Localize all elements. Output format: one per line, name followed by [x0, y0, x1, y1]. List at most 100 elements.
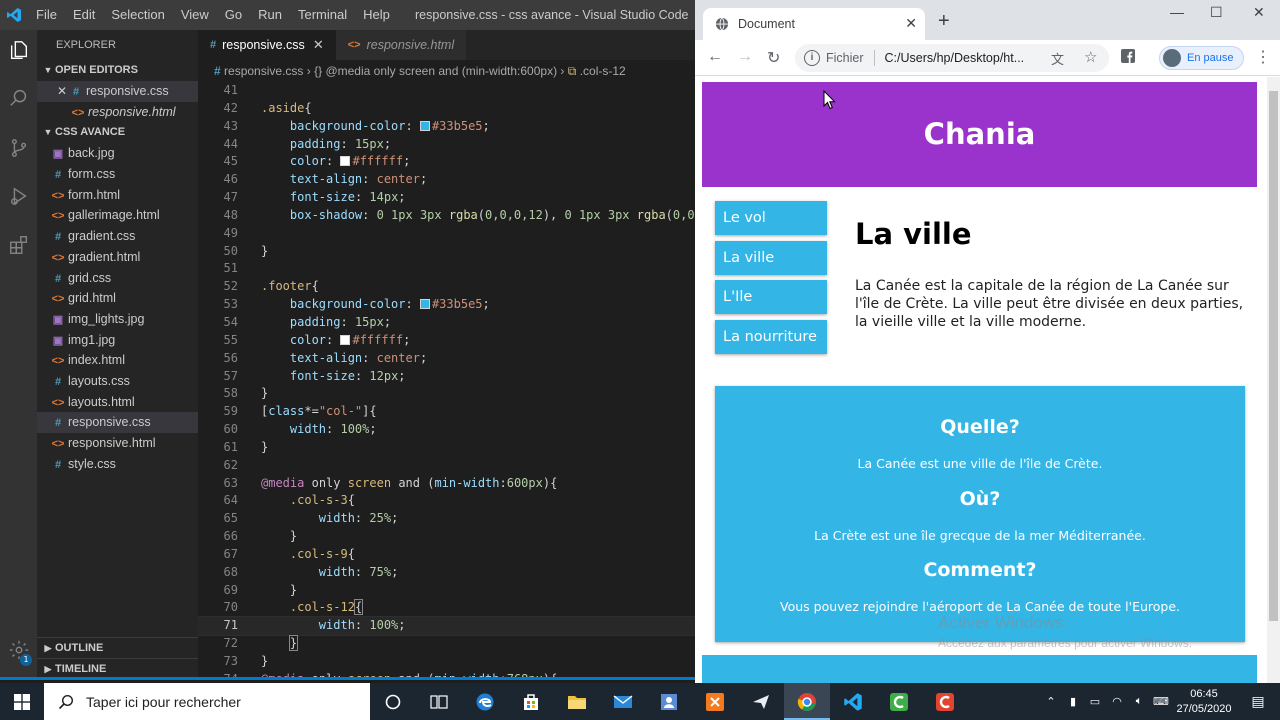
file-tree-item[interactable]: # grid.css: [37, 268, 198, 289]
settings-badge: 1: [20, 654, 32, 666]
file-tree-item[interactable]: <> responsive.html: [37, 433, 198, 454]
minimize-icon[interactable]: —: [1170, 4, 1184, 20]
menu-item-terminal[interactable]: Terminal: [290, 0, 355, 30]
cortana-icon[interactable]: [370, 683, 416, 720]
mail-icon[interactable]: [600, 683, 646, 720]
maximize-icon[interactable]: ☐: [1210, 4, 1223, 21]
battery-icon[interactable]: ▭: [1084, 695, 1106, 708]
site-menu-item[interactable]: Le vol: [715, 201, 827, 235]
menu-item-go[interactable]: Go: [217, 0, 250, 30]
file-tree-item[interactable]: # responsive.css: [37, 412, 198, 433]
explorer-files-icon[interactable]: [0, 30, 37, 70]
edge-browser-icon[interactable]: [462, 683, 508, 720]
chevron-up-icon[interactable]: ⌃: [1040, 695, 1062, 708]
outline-section[interactable]: ▶ OUTLINE: [37, 637, 198, 658]
task-view-icon[interactable]: [416, 683, 462, 720]
address-scheme: Fichier: [826, 51, 864, 65]
orange-app-icon[interactable]: [692, 683, 738, 720]
menu-item-selection[interactable]: Selection: [103, 0, 172, 30]
file-tree-item[interactable]: ▣ img1.jpg: [37, 330, 198, 351]
store-icon[interactable]: [508, 683, 554, 720]
close-icon[interactable]: ✕: [313, 30, 324, 60]
translate-icon[interactable]: 文: [1051, 49, 1064, 68]
editor-tab[interactable]: # responsive.css ✕: [198, 30, 336, 60]
code-line: 73}: [198, 653, 695, 671]
file-tree-item[interactable]: <> index.html: [37, 350, 198, 371]
vscode-taskbar-icon[interactable]: [830, 683, 876, 720]
reload-icon[interactable]: ↻: [767, 48, 780, 68]
code-text: width: 75%;: [318, 564, 399, 579]
search-icon[interactable]: [0, 78, 37, 118]
code-text: .col-s-12{: [289, 599, 364, 616]
tab-close-icon[interactable]: ✕: [905, 15, 917, 32]
people-app-icon[interactable]: [646, 683, 692, 720]
camtasia-green-icon[interactable]: [876, 683, 922, 720]
open-editors-header[interactable]: ▼ OPEN EDITORS: [37, 60, 198, 81]
file-tree-item[interactable]: <> gallerimage.html: [37, 205, 198, 226]
microphone-icon[interactable]: ▮: [1062, 695, 1084, 708]
windows-start-icon[interactable]: [0, 683, 44, 720]
breadcrumb-media[interactable]: @media only screen and (min-width:600px): [325, 64, 557, 78]
menu-item-run[interactable]: Run: [250, 0, 290, 30]
system-tray: ⌃ ▮ ▭ ◠ 🔈︎ ⌨ 06:45 27/05/2020 ▤: [1040, 683, 1280, 720]
file-tree-item[interactable]: <> layouts.html: [37, 392, 198, 413]
keyboard-icon[interactable]: ⌨: [1150, 695, 1172, 708]
open-editor-item[interactable]: <> responsive.html: [37, 102, 198, 123]
wifi-icon[interactable]: ◠: [1106, 695, 1128, 708]
file-tree-item[interactable]: ▣ img_lights.jpg: [37, 309, 198, 330]
new-tab-plus-icon[interactable]: +: [938, 11, 950, 31]
explorer-title: EXPLORER: [56, 39, 116, 51]
kebab-menu-icon[interactable]: ⋮: [1255, 47, 1271, 67]
paper-plane-app-icon[interactable]: [738, 683, 784, 720]
code-text: background-color: #33b5e5;: [289, 118, 490, 133]
facebook-extension-icon[interactable]: [1121, 49, 1135, 68]
timeline-section[interactable]: ▶ TIMELINE: [37, 658, 198, 679]
file-name: responsive.html: [68, 436, 156, 450]
clock[interactable]: 06:45 27/05/2020: [1172, 687, 1236, 717]
file-tree-item[interactable]: ▣ back.jpg: [37, 143, 198, 164]
code-line: 47 font-size: 14px;: [198, 189, 695, 207]
run-debug-icon[interactable]: [0, 176, 37, 216]
code-area[interactable]: 41 42 .aside{43 background-color: #33b5e5;…: [198, 82, 695, 680]
chrome-taskbar-icon[interactable]: [784, 683, 830, 720]
file-tree-item[interactable]: # form.css: [37, 164, 198, 185]
site-menu-item[interactable]: La nourriture: [715, 319, 827, 354]
volume-icon[interactable]: 🔈︎: [1128, 695, 1150, 708]
settings-gear-icon[interactable]: 1: [0, 630, 37, 670]
menu-item-file[interactable]: File: [28, 0, 65, 30]
file-tree-item[interactable]: <> grid.html: [37, 288, 198, 309]
camtasia-red-icon[interactable]: [922, 683, 968, 720]
editor-tab[interactable]: <> responsive.html: [335, 30, 467, 60]
close-icon[interactable]: ✕: [57, 81, 69, 102]
menu-item-view[interactable]: View: [173, 0, 217, 30]
close-window-icon[interactable]: ✕: [1253, 4, 1265, 21]
bookmark-star-icon[interactable]: ☆: [1084, 48, 1097, 66]
browser-tab[interactable]: Document ✕: [703, 8, 925, 40]
back-arrow-icon[interactable]: ←: [707, 48, 723, 66]
file-tree-item[interactable]: <> gradient.html: [37, 247, 198, 268]
menu-item-help[interactable]: Help: [355, 0, 398, 30]
img-file-icon: ▣: [52, 334, 64, 347]
source-control-icon[interactable]: [0, 128, 37, 168]
extensions-icon[interactable]: [0, 225, 37, 265]
forward-arrow-icon[interactable]: →: [737, 48, 753, 66]
vscode-window-title: responsive.css - css avance - Visual Stu…: [415, 8, 689, 22]
file-tree-item[interactable]: # layouts.css: [37, 371, 198, 392]
site-menu-item[interactable]: La ville: [715, 240, 827, 275]
scrollbar-thumb[interactable]: [1269, 91, 1278, 621]
page-scrollbar[interactable]: [1267, 77, 1280, 683]
file-explorer-folder-icon[interactable]: [554, 683, 600, 720]
taskbar-search-box[interactable]: Taper ici pour rechercher: [44, 683, 370, 720]
site-menu-item[interactable]: L'Ile: [715, 280, 827, 314]
file-tree-item[interactable]: <> form.html: [37, 185, 198, 206]
open-editor-item[interactable]: ✕ # responsive.css: [37, 81, 198, 102]
notification-center-icon[interactable]: ▤: [1236, 693, 1280, 710]
breadcrumb-selector[interactable]: .col-s-12: [580, 64, 626, 78]
menu-item-edit[interactable]: Edit: [65, 0, 103, 30]
folder-header[interactable]: ▼ CSS AVANCE: [37, 122, 198, 143]
file-tree-item[interactable]: # gradient.css: [37, 226, 198, 247]
breadcrumb-file[interactable]: responsive.css: [224, 64, 303, 78]
file-tree-item[interactable]: # style.css: [37, 454, 198, 475]
profile-button[interactable]: En pause: [1159, 46, 1244, 70]
info-icon[interactable]: i: [804, 50, 820, 66]
